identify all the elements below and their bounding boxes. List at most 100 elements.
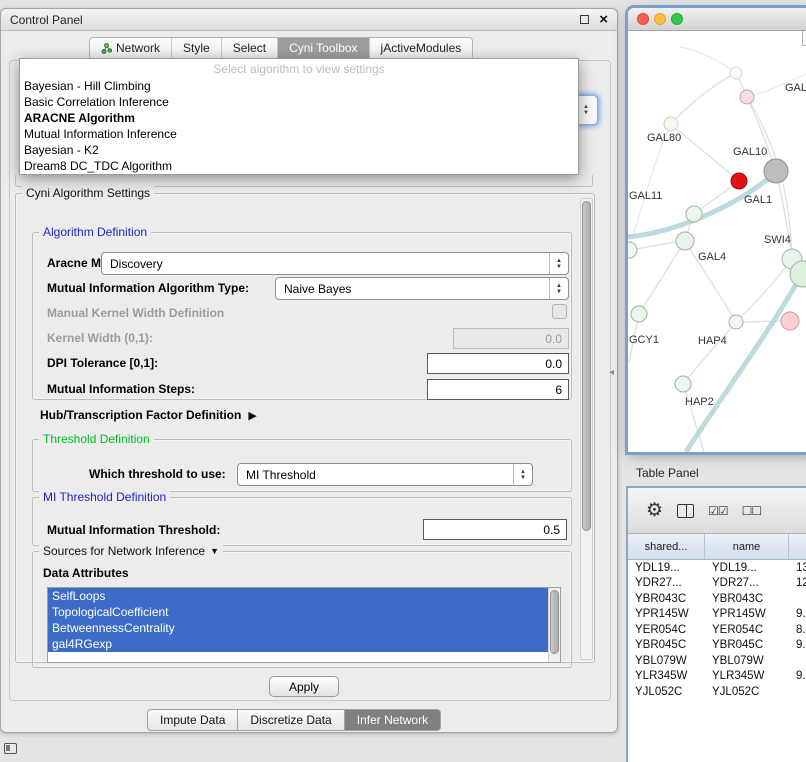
network-node[interactable] (631, 306, 647, 322)
network-edge[interactable] (683, 322, 736, 384)
node-label-gcy1: GCY1 (629, 334, 659, 346)
network-edge[interactable] (686, 274, 802, 452)
settings-scrollbar-thumb[interactable] (582, 201, 591, 531)
combo-arrows-icon: ▲▼ (513, 464, 532, 485)
float-window-icon[interactable] (580, 15, 589, 24)
algorithm-definition-legend: Algorithm Definition (39, 225, 151, 239)
gear-icon[interactable]: ⚙ (646, 501, 663, 520)
bottom-tab-impute-data[interactable]: Impute Data (147, 709, 238, 731)
collapse-down-icon[interactable]: ▼ (210, 546, 219, 556)
algorithm-option-dream8-dc-tdc-algorithm[interactable]: Dream8 DC_TDC Algorithm (20, 158, 578, 174)
table-body: YDL19...YDL19...13YDR27...YDR27...12YBR0… (628, 560, 806, 700)
table-row[interactable]: YDR27...YDR27...12 (628, 576, 806, 592)
hub-definition-row[interactable]: Hub/Transcription Factor Definition ▶ (40, 406, 257, 424)
network-edge[interactable] (671, 73, 736, 124)
tab-network[interactable]: Network (90, 38, 172, 59)
table-cell: YBR043C (705, 593, 789, 605)
column-header-partial[interactable] (789, 534, 806, 559)
zoom-traffic-light[interactable] (671, 13, 683, 25)
column-header-shared[interactable]: shared... (628, 534, 705, 559)
data-attributes-list[interactable]: SelfLoopsTopologicalCoefficientBetweenne… (47, 587, 561, 663)
algorithm-option-mutual-information-inference[interactable]: Mutual Information Inference (20, 126, 578, 142)
panel-collapse-icon[interactable]: ◂ (609, 367, 614, 378)
deselect-all-icon[interactable]: ☐☐ (742, 504, 762, 518)
attr-list-scrollbar-thumb[interactable] (550, 590, 559, 654)
table-row[interactable]: YDL19...YDL19...13 (628, 560, 806, 576)
combo-arrows-icon: ▲▼ (549, 278, 568, 299)
table-row[interactable]: YBR045CYBR045C9. (628, 638, 806, 654)
bottom-tab-infer-network[interactable]: Infer Network (345, 709, 441, 731)
aracne-mode-value: Discovery (102, 257, 549, 271)
aracne-mode-combobox[interactable]: Discovery ▲▼ (101, 252, 569, 275)
apply-button[interactable]: Apply (269, 676, 339, 697)
node-label-gal11: GAL11 (629, 190, 662, 202)
tab-cyni-toolbox[interactable]: Cyni Toolbox (278, 38, 369, 59)
table-row[interactable]: YJL052CYJL052C (628, 684, 806, 700)
table-cell: YDL19... (628, 562, 705, 574)
network-node[interactable] (686, 206, 702, 222)
dpi-tolerance-field[interactable] (427, 353, 569, 374)
table-row[interactable]: YBR043CYBR043C (628, 591, 806, 607)
sources-legend-wrap[interactable]: Sources for Network Inference ▼ (39, 544, 223, 558)
network-node[interactable] (740, 90, 754, 104)
attribute-item-topologicalcoefficient[interactable]: TopologicalCoefficient (48, 604, 548, 620)
tab-jactivemodules[interactable]: jActiveModules (370, 38, 473, 59)
tab-style[interactable]: Style (172, 38, 222, 59)
dpi-tolerance-label: DPI Tolerance [0,1]: (47, 356, 158, 370)
algorithm-option-aracne-algorithm[interactable]: ARACNE Algorithm (20, 110, 578, 126)
settings-scrollbar[interactable] (580, 198, 593, 660)
algorithm-option-bayesian-hill-climbing[interactable]: Bayesian - Hill Climbing (20, 78, 578, 94)
algorithm-option-basic-correlation-inference[interactable]: Basic Correlation Inference (20, 94, 578, 110)
algorithm-popup-list: Bayesian - Hill ClimbingBasic Correlatio… (20, 78, 578, 174)
table-row[interactable]: YLR345WYLR345W9. (628, 669, 806, 685)
close-traffic-light[interactable] (637, 13, 649, 25)
attribute-item-betweennesscentrality[interactable]: BetweennessCentrality (48, 620, 548, 636)
network-edge[interactable] (680, 47, 736, 73)
table-row[interactable]: YPR145WYPR145W9. (628, 607, 806, 623)
network-node[interactable] (781, 312, 799, 330)
minimized-panel-icon[interactable] (4, 743, 17, 754)
mi-threshold-legend: MI Threshold Definition (39, 490, 170, 504)
network-node[interactable] (729, 315, 743, 329)
network-edge[interactable] (736, 259, 792, 322)
table-row[interactable]: YER054CYER054C8. (628, 622, 806, 638)
network-edge[interactable] (639, 241, 685, 314)
mi-threshold-field[interactable] (423, 519, 567, 540)
minimize-traffic-light[interactable] (654, 13, 666, 25)
network-canvas[interactable]: GAL80GAL10GAL11GAL1SWI4GAL4GCY1HAP4HAP2G… (628, 31, 806, 452)
columns-icon[interactable] (677, 504, 694, 518)
network-node[interactable] (628, 242, 637, 258)
mi-steps-field[interactable] (427, 379, 569, 400)
table-cell: YLR345W (628, 670, 705, 682)
expand-right-icon[interactable]: ▶ (248, 409, 256, 422)
attr-list-scrollbar[interactable] (548, 588, 560, 662)
attribute-item-selfloops[interactable]: SelfLoops (48, 588, 548, 604)
table-row[interactable]: YBL079WYBL079W (628, 653, 806, 669)
attribute-item-gal4rgexp[interactable]: gal4RGexp (48, 636, 548, 652)
network-graph[interactable]: GAL80GAL10GAL11GAL1SWI4GAL4GCY1HAP4HAP2G… (628, 31, 806, 452)
kernel-width-field[interactable] (453, 328, 569, 349)
control-panel-titlebar[interactable]: Control Panel × (1, 9, 617, 31)
close-icon[interactable]: × (599, 12, 608, 27)
network-node[interactable] (731, 173, 747, 189)
manual-kernel-checkbox[interactable] (552, 304, 567, 319)
mi-type-combobox[interactable]: Naive Bayes ▲▼ (275, 277, 569, 300)
algorithm-option-bayesian-k2[interactable]: Bayesian - K2 (20, 142, 578, 158)
tab-select[interactable]: Select (222, 38, 278, 59)
network-node[interactable] (730, 67, 742, 79)
threshold-definition-group: Threshold Definition Which threshold to … (32, 439, 572, 492)
app-root: Control Panel × NetworkStyleSelectCyni T… (0, 0, 806, 762)
kernel-width-label: Kernel Width (0,1): (47, 331, 153, 345)
network-icon (101, 43, 112, 54)
network-node[interactable] (676, 232, 694, 250)
which-threshold-combobox[interactable]: MI Threshold ▲▼ (237, 463, 533, 486)
network-node[interactable] (675, 376, 691, 392)
bottom-tab-discretize-data[interactable]: Discretize Data (238, 709, 344, 731)
network-scroll-corner[interactable] (802, 31, 806, 46)
column-header-name[interactable]: name (705, 534, 789, 559)
table-cell: YPR145W (628, 608, 705, 620)
network-node[interactable] (764, 159, 788, 183)
network-window-titlebar[interactable] (628, 8, 806, 31)
network-node[interactable] (664, 117, 678, 131)
select-all-icon[interactable]: ☑☑ (708, 504, 728, 518)
